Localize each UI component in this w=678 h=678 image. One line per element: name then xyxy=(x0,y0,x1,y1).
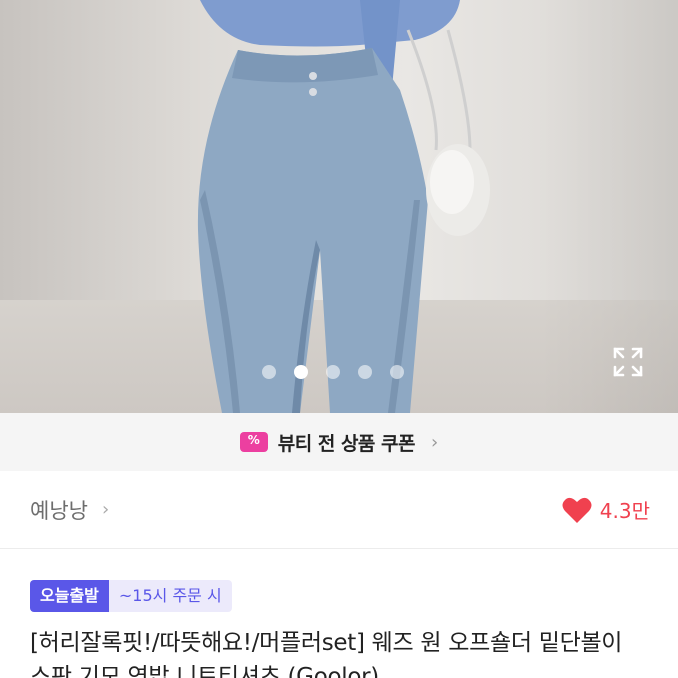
like-button[interactable]: 4.3만 xyxy=(562,495,650,524)
shop-row: 예낭낭 › 4.3만 xyxy=(0,471,678,549)
order-cutoff-badge: ~15시 주문 시 xyxy=(108,580,232,612)
heart-icon[interactable] xyxy=(562,496,592,524)
shipping-badges: 오늘출발 ~15시 주문 시 xyxy=(30,580,232,612)
gallery-dot[interactable] xyxy=(326,365,340,379)
gallery-dot[interactable] xyxy=(262,365,276,379)
gallery-dot[interactable] xyxy=(390,365,404,379)
same-day-badge: 오늘출발 xyxy=(30,580,109,612)
expand-icon[interactable] xyxy=(611,345,645,379)
chevron-right-icon[interactable]: › xyxy=(102,499,109,520)
model-figure xyxy=(197,0,490,413)
product-title: [허리잘록핏!/따뜻해요!/머플러set] 웨즈 원 오프숄더 밑단볼이 스판 … xyxy=(30,630,623,678)
gallery-dots xyxy=(262,362,404,382)
gallery-dot[interactable] xyxy=(358,365,372,379)
shop-name[interactable]: 예낭낭 xyxy=(30,495,88,525)
chevron-right-icon: › xyxy=(431,431,439,453)
gallery-dot-active[interactable] xyxy=(294,365,308,379)
likes-count: 4.3만 xyxy=(599,499,650,523)
coupon-icon xyxy=(239,432,268,452)
coupon-label: 뷰티 전 상품 쿠폰 xyxy=(277,432,416,455)
coupon-banner[interactable]: 뷰티 전 상품 쿠폰 › xyxy=(0,413,678,471)
product-image[interactable] xyxy=(0,0,678,413)
